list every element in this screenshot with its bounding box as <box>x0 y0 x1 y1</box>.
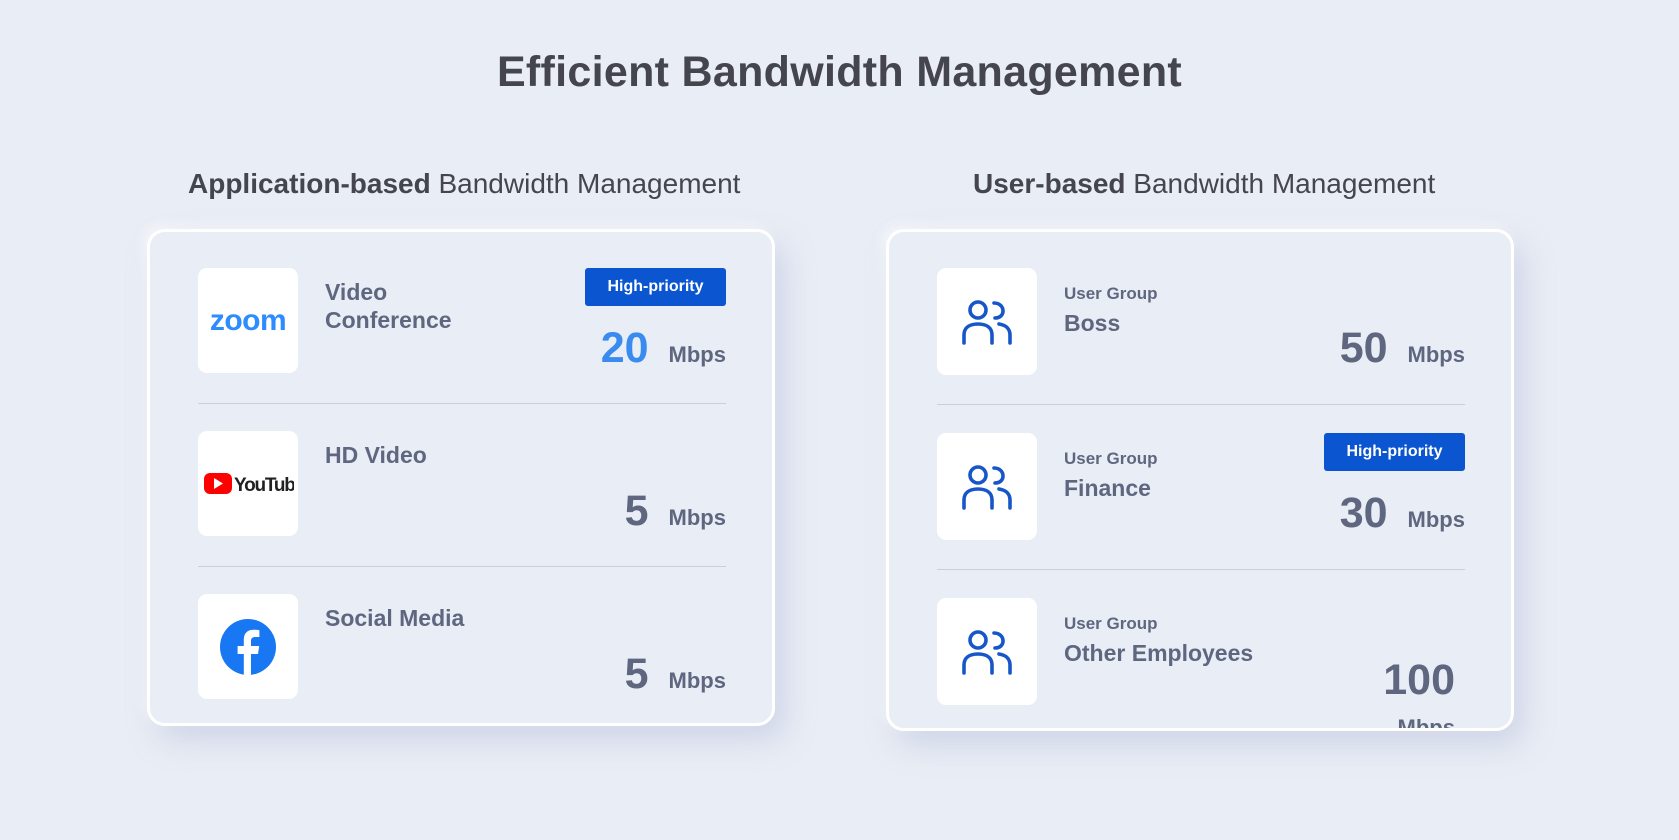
user-heading-rest: Bandwidth Management <box>1125 168 1436 199</box>
divider <box>937 404 1465 405</box>
user-group-icon <box>937 433 1037 540</box>
group-name: Boss <box>1064 310 1121 336</box>
divider <box>198 566 726 567</box>
group-name: Other Employees <box>1064 640 1254 666</box>
users-icon <box>962 629 1012 675</box>
facebook-logo-icon <box>198 594 298 699</box>
rate-unit: Mbps <box>668 342 726 367</box>
zoom-logo-icon: zoom <box>198 268 298 373</box>
zoom-logo-text: zoom <box>210 304 286 337</box>
user-group-icon <box>937 268 1037 375</box>
app-heading-rest: Bandwidth Management <box>430 168 741 199</box>
user-heading-bold: User-based <box>973 168 1126 199</box>
bandwidth-rate: 20 Mbps <box>601 324 726 373</box>
item-label: Video Conference <box>325 279 452 333</box>
bandwidth-rate: 100 Mbps <box>1383 656 1455 731</box>
user-row-other-employees: User Group Other Employees 100 Mbps <box>937 598 1465 731</box>
app-row-hd-video: YouTube HD Video 5 Mbps <box>198 431 726 594</box>
bandwidth-rate: 5 Mbps <box>625 650 726 699</box>
users-icon <box>962 299 1012 345</box>
rate-value: 20 <box>600 324 649 372</box>
app-heading-bold: Application-based <box>188 168 431 199</box>
item-label: HD Video <box>325 442 427 468</box>
rate-unit: Mbps <box>668 505 726 530</box>
bandwidth-rate: 50 Mbps <box>1340 324 1465 373</box>
youtube-logo: YouTube <box>204 472 294 496</box>
facebook-logo <box>220 618 276 675</box>
user-row-finance: User Group Finance High-priority 30 Mbps <box>937 433 1465 596</box>
priority-badge: High-priority <box>585 268 726 306</box>
app-row-video-conference: zoom Video Conference High-priority 20 M… <box>198 268 726 431</box>
rate-value: 30 <box>1339 489 1388 537</box>
item-label: Social Media <box>325 605 465 631</box>
rate-unit: Mbps <box>1397 715 1455 731</box>
bandwidth-rate: 5 Mbps <box>625 487 726 536</box>
rate-unit: Mbps <box>1407 507 1465 532</box>
user-group-icon <box>937 598 1037 705</box>
rate-value: 5 <box>624 650 649 698</box>
app-card: zoom Video Conference High-priority 20 M… <box>147 229 775 726</box>
youtube-logo-text: YouTube <box>234 475 294 496</box>
group-caption: User Group <box>1064 614 1158 633</box>
group-caption: User Group <box>1064 449 1158 468</box>
priority-badge: High-priority <box>1324 433 1465 471</box>
bandwidth-rate: 30 Mbps <box>1340 489 1465 538</box>
rate-unit: Mbps <box>1407 342 1465 367</box>
app-row-social-media: Social Media 5 Mbps <box>198 594 726 723</box>
group-name: Finance <box>1064 475 1151 501</box>
rate-value: 50 <box>1339 324 1388 372</box>
page-title: Efficient Bandwidth Management <box>496 48 1183 96</box>
app-section-heading: Application-based Bandwidth Management <box>188 168 740 200</box>
rate-unit: Mbps <box>668 668 726 693</box>
group-caption: User Group <box>1064 284 1158 303</box>
zoom-logo: zoom <box>210 304 287 337</box>
user-row-boss: User Group Boss 50 Mbps <box>937 268 1465 431</box>
rate-value: 100 <box>1383 656 1455 704</box>
divider <box>937 569 1465 570</box>
user-card: User Group Boss 50 Mbps User Group Finan… <box>886 229 1514 731</box>
rate-value: 5 <box>624 487 649 535</box>
users-icon <box>962 464 1012 510</box>
divider <box>198 403 726 404</box>
user-section-heading: User-based Bandwidth Management <box>973 168 1435 200</box>
youtube-logo-icon: YouTube <box>198 431 298 536</box>
